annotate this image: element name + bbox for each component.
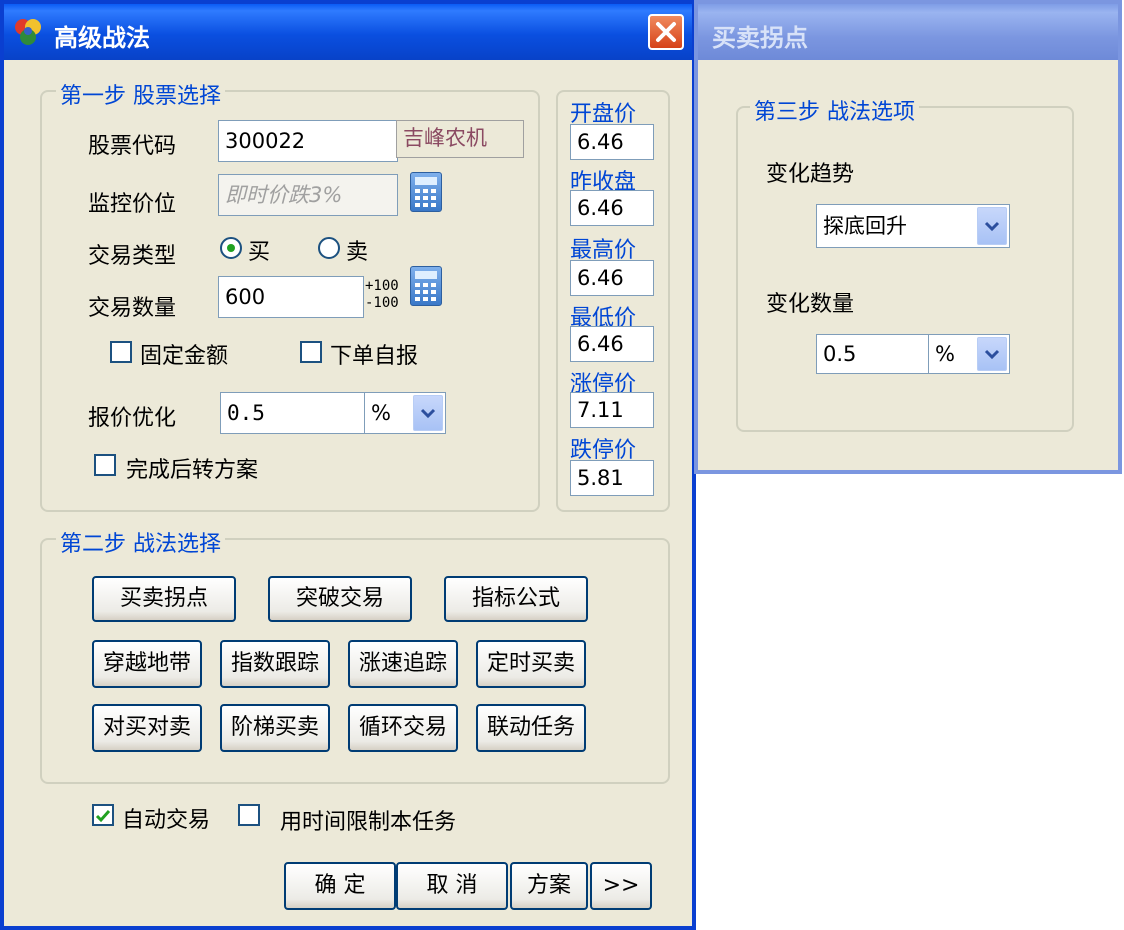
qty-step-plus[interactable]: +100: [365, 278, 399, 294]
fixed-amount-checkbox[interactable]: [110, 341, 132, 363]
strategy-button-linked-task[interactable]: 联动任务: [476, 704, 586, 752]
change-qty-unit-select[interactable]: %: [928, 334, 1010, 374]
open-price-value: 6.46: [570, 124, 654, 160]
strategy-button-indicator[interactable]: 指标公式: [444, 576, 588, 622]
side-window-title: 买卖拐点: [712, 24, 808, 52]
trade-qty-label: 交易数量: [88, 296, 177, 321]
stock-code-label: 股票代码: [88, 134, 177, 159]
change-qty-label: 变化数量: [766, 292, 855, 317]
stock-code-input[interactable]: 300022: [218, 120, 398, 162]
sell-label: 卖: [346, 240, 369, 265]
strategy-button-paired-trade[interactable]: 对买对卖: [92, 704, 202, 752]
trend-select[interactable]: 探底回升: [816, 204, 1010, 248]
limit-down-value: 5.81: [570, 460, 654, 496]
qty-step-minus[interactable]: -100: [365, 295, 399, 311]
window-title: 高级战法: [54, 24, 150, 52]
buy-label: 买: [248, 240, 271, 265]
auto-trade-checkbox[interactable]: [92, 804, 114, 826]
low-price-value: 6.46: [570, 326, 654, 362]
step3-group: [736, 106, 1074, 432]
change-qty-input[interactable]: 0.5: [816, 334, 930, 374]
expand-button[interactable]: >>: [590, 862, 652, 910]
switch-plan-checkbox[interactable]: [94, 454, 116, 476]
limit-up-value: 7.11: [570, 392, 654, 428]
close-button[interactable]: [648, 14, 684, 50]
main-window: 高级战法 第一步 股票选择 股票代码 300022 吉峰农机 监控价位 即时价跌…: [0, 0, 696, 930]
step1-title: 第一步 股票选择: [56, 78, 225, 110]
calculator-icon[interactable]: [410, 172, 442, 212]
trend-label: 变化趋势: [766, 162, 855, 187]
strategy-button-timed-trade[interactable]: 定时买卖: [476, 640, 586, 688]
calculator-icon-2[interactable]: [410, 266, 442, 306]
monitor-price-input[interactable]: 即时价跌3%: [218, 174, 398, 216]
strategy-button-breakout[interactable]: 突破交易: [268, 576, 412, 622]
close-icon: [656, 22, 676, 42]
chevron-down-icon[interactable]: [977, 207, 1007, 245]
step3-title: 第三步 战法选项: [750, 94, 919, 126]
switch-plan-label: 完成后转方案: [126, 458, 259, 483]
time-limit-checkbox[interactable]: [238, 804, 260, 826]
step2-title: 第二步 战法选择: [56, 526, 225, 558]
strategy-button-speed-chase[interactable]: 涨速追踪: [348, 640, 458, 688]
high-price-value: 6.46: [570, 260, 654, 296]
monitor-price-label: 监控价位: [88, 192, 177, 217]
strategy-button-turning-point[interactable]: 买卖拐点: [92, 576, 236, 622]
auto-trade-label: 自动交易: [122, 808, 211, 833]
trend-value: 探底回升: [823, 214, 907, 238]
ok-button[interactable]: 确 定: [284, 862, 396, 910]
sell-radio[interactable]: [318, 237, 340, 259]
chevron-down-icon[interactable]: [413, 395, 443, 431]
stock-name-display: 吉峰农机: [396, 120, 524, 158]
strategy-button-cycle-trade[interactable]: 循环交易: [348, 704, 458, 752]
side-title-bar[interactable]: 买卖拐点: [698, 4, 1118, 60]
side-window: 买卖拐点 第三步 战法选项 变化趋势 探底回升 变化数量 0.5 %: [694, 0, 1122, 474]
plan-button[interactable]: 方案: [510, 862, 588, 910]
chevron-down-icon[interactable]: [977, 337, 1007, 371]
cancel-button[interactable]: 取 消: [396, 862, 508, 910]
price-opt-unit-select[interactable]: %: [364, 392, 446, 434]
trade-qty-input[interactable]: 600: [218, 276, 364, 318]
prev-close-value: 6.46: [570, 190, 654, 226]
strategy-button-ladder-trade[interactable]: 阶梯买卖: [220, 704, 330, 752]
price-opt-label: 报价优化: [88, 406, 177, 431]
fixed-amount-label: 固定金额: [140, 344, 229, 369]
radio-dot-icon: [227, 244, 235, 252]
checkmark-icon: [95, 810, 111, 823]
price-opt-input[interactable]: 0.5: [220, 392, 366, 434]
buy-radio[interactable]: [220, 237, 242, 259]
strategy-button-cross-zone[interactable]: 穿越地带: [92, 640, 202, 688]
strategy-button-index-track[interactable]: 指数跟踪: [220, 640, 330, 688]
self-report-checkbox[interactable]: [300, 341, 322, 363]
trade-type-label: 交易类型: [88, 244, 177, 269]
time-limit-label: 用时间限制本任务: [280, 810, 457, 835]
self-report-label: 下单自报: [330, 344, 419, 369]
title-bar[interactable]: 高级战法: [4, 4, 692, 60]
change-qty-unit: %: [935, 342, 955, 366]
app-icon: [12, 16, 44, 48]
price-opt-unit: %: [371, 401, 391, 425]
